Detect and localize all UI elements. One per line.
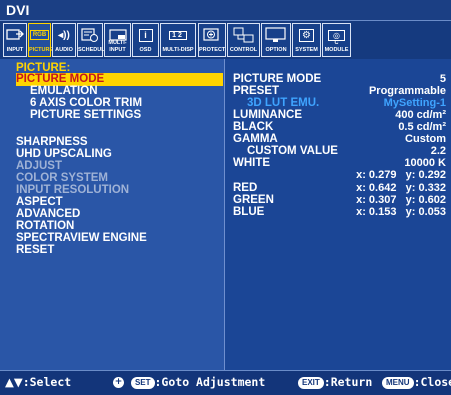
set-button-icon: SET [130,376,155,389]
tab-label: SCHEDULE [78,47,109,53]
audio-icon: ◂)) [53,26,75,44]
goto-hint: + SET:Goto Adjustment [113,375,265,389]
tab-multi-input[interactable]: MULTI-INPUT [104,23,131,57]
tab-label: OPTION [265,47,287,53]
osd-window: DVI INPUT RGB PICTURE ◂)) AUDIO SCHEDULE… [0,0,451,395]
osd-icon: i [133,26,158,44]
audio-glyph: ◂)) [58,29,70,41]
close-hint: MENU:Close [382,375,451,389]
select-hint: ▲▼:Select [5,375,71,389]
tab-label: PICTURE [29,47,54,53]
label-white: WHITE [233,157,271,169]
picture-icon: RGB [29,26,50,44]
tab-audio[interactable]: ◂)) AUDIO [52,23,76,57]
tab-label: PROTECT [199,47,226,53]
return-hint: EXIT:Return [298,375,372,389]
tab-multi-display[interactable]: 12 MULTI-DISP [160,23,196,57]
osd-glyph: i [138,28,153,42]
value-blue-xy: x: 0.153 y: 0.053 [356,206,446,218]
submenu-arrow-icon: ▶ [213,73,220,82]
tab-option[interactable]: OPTION [261,23,291,57]
picture-glyph: RGB [29,30,50,40]
control-icon [228,26,259,44]
window-title: DVI [6,2,30,18]
schedule-icon [78,26,102,44]
tab-label: SYSTEM [295,47,318,53]
value-white-xy: x: 0.279 y: 0.292 [356,169,446,181]
option-icon [262,26,290,44]
menu-button-icon: MENU [382,376,414,389]
key-guide-footer: ▲▼:Select + SET:Goto Adjustment EXIT:Ret… [0,370,451,395]
tab-label: MULTI-DISP [162,47,194,53]
title-bar: DVI [0,0,451,20]
system-icon: ⚙ [293,26,320,44]
exit-button-icon: EXIT [298,376,324,389]
input-icon [4,26,26,44]
close-hint-text: :Close [413,375,451,389]
protect-icon [199,26,225,44]
tab-label: AUDIO [55,47,73,53]
tab-osd[interactable]: i OSD [132,23,159,57]
goto-hint-text: :Goto Adjustment [154,375,266,389]
tab-compute-module[interactable]: ◎ C MODULE [322,23,351,57]
label-blue: BLUE [233,206,265,218]
tab-label: INPUT [6,47,24,53]
up-down-arrow-icon: ▲▼ [5,375,23,389]
tab-input[interactable]: INPUT [3,23,27,57]
tab-picture[interactable]: RGB PICTURE [28,23,54,57]
tab-label: OSD [139,47,152,53]
multi-display-icon: 12 [161,26,195,44]
tab-label: MULTI-INPUT [108,40,127,53]
menu-item-reset[interactable]: RESET [16,244,54,257]
menu-item-picture-settings[interactable]: PICTURE SETTINGS [30,109,141,122]
tab-control[interactable]: CONTROL [227,23,260,57]
tab-protect[interactable]: PROTECT [198,23,226,57]
plus-button-icon: + [113,377,124,388]
tab-label: C MODULE [324,40,349,53]
tab-label: CONTROL [229,47,258,53]
multi-display-glyph: 12 [169,30,187,40]
tab-schedule[interactable]: SCHEDULE [77,23,109,57]
menu-tab-bar: INPUT RGB PICTURE ◂)) AUDIO SCHEDULE MUL… [0,20,451,60]
system-glyph: ⚙ [299,28,314,42]
compute-module-glyph: ◎ [328,29,345,41]
select-hint-text: :Select [22,375,72,389]
return-hint-text: :Return [323,375,373,389]
tab-system[interactable]: ⚙ SYSTEM [292,23,321,57]
